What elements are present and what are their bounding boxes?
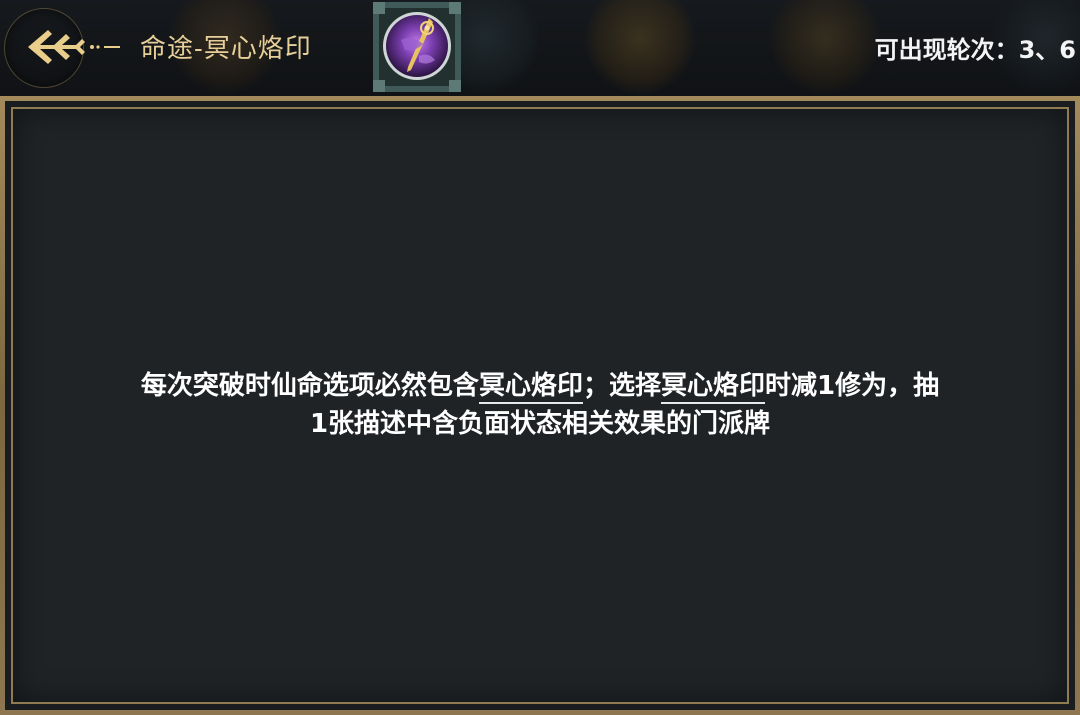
mindseal-emblem-icon <box>373 2 461 92</box>
header-bar: 命途-冥心烙印 可出现轮次：3、6 <box>0 0 1080 96</box>
description-panel-frame: 每次突破时仙命选项必然包含冥心烙印；选择冥心烙印时减1修为，抽 1张描述中含负面… <box>0 96 1080 715</box>
description-line-1: 每次突破时仙命选项必然包含冥心烙印；选择冥心烙印时减1修为，抽 <box>53 367 1027 405</box>
back-arrow-icon <box>28 30 120 64</box>
description-text: 时减1修为，抽 <box>764 371 940 401</box>
description-panel: 每次突破时仙命选项必然包含冥心烙印；选择冥心烙印时减1修为，抽 1张描述中含负面… <box>11 107 1069 704</box>
description-text: ；选择 <box>582 371 661 401</box>
effect-description: 每次突破时仙命选项必然包含冥心烙印；选择冥心烙印时减1修为，抽 1张描述中含负面… <box>53 367 1027 443</box>
keyword-link[interactable]: 冥心烙印 <box>660 371 765 404</box>
appear-rounds-label: 可出现轮次：3、6 <box>874 36 1076 64</box>
background-orb <box>770 0 880 94</box>
screen: 命途-冥心烙印 可出现轮次：3、6 每次突破时仙命选项必然包含冥心烙印；选择冥心… <box>0 0 1080 715</box>
destiny-emblem[interactable] <box>371 0 463 94</box>
background-orb <box>585 0 695 94</box>
keyword-link[interactable]: 冥心烙印 <box>478 371 583 404</box>
description-line-2: 1张描述中含负面状态相关效果的门派牌 <box>309 409 771 439</box>
description-text: 每次突破时仙命选项必然包含 <box>140 371 479 401</box>
page-title: 命途-冥心烙印 <box>140 34 312 64</box>
back-button[interactable] <box>18 22 128 72</box>
description-panel-border: 每次突破时仙命选项必然包含冥心烙印；选择冥心烙印时减1修为，抽 1张描述中含负面… <box>5 101 1075 710</box>
